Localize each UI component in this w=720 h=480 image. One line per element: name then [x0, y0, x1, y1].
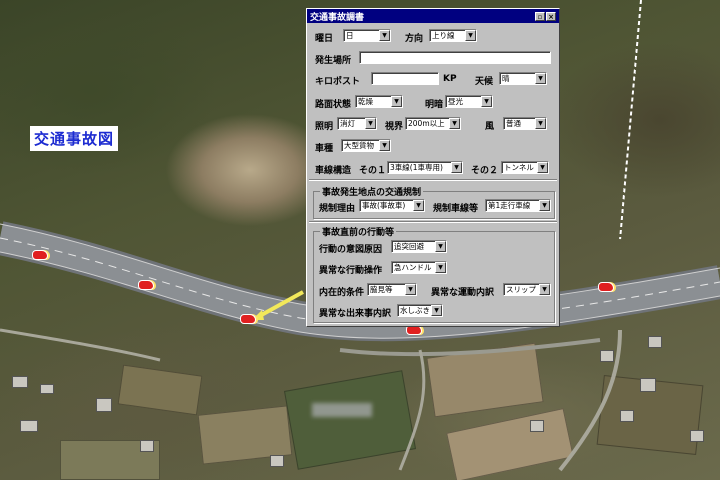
house	[20, 420, 38, 432]
chevron-down-icon[interactable]: ▼	[391, 96, 402, 107]
brightness-select[interactable]: 昼光 ▼	[445, 95, 493, 108]
regulation-lane-label: 規制車線等	[433, 204, 479, 214]
close-icon[interactable]: ×	[546, 11, 556, 21]
road-surface-label: 路面状態	[315, 100, 352, 110]
weather-select[interactable]: 晴 ▼	[499, 72, 547, 85]
restore-icon[interactable]: ▫	[535, 11, 545, 21]
lighting-label: 照明	[315, 122, 334, 132]
location-input[interactable]	[359, 51, 551, 64]
internal-condition-label: 内在的条件	[319, 288, 365, 298]
chevron-down-icon[interactable]: ▼	[431, 305, 442, 316]
lane-structure-part2-label: その２	[471, 166, 499, 176]
lane-structure-label: 車線構造	[315, 166, 352, 176]
chevron-down-icon[interactable]: ▼	[435, 262, 446, 273]
chevron-down-icon[interactable]: ▼	[379, 30, 390, 41]
kilopost-label: キロポスト	[315, 77, 361, 87]
chevron-down-icon[interactable]: ▼	[405, 284, 416, 295]
kilopost-input[interactable]	[371, 72, 439, 85]
house	[12, 376, 28, 388]
direction-select[interactable]: 上り線 ▼	[429, 29, 477, 42]
car-marker[interactable]	[138, 280, 154, 290]
weather-label: 天候	[475, 77, 494, 87]
regulation-reason-select[interactable]: 事故(事故車) ▼	[359, 199, 425, 212]
visibility-label: 視界	[385, 122, 404, 132]
wind-label: 風	[485, 122, 495, 132]
chevron-down-icon[interactable]: ▼	[539, 200, 550, 211]
abnormal-op-select[interactable]: 急ハンドル ▼	[391, 261, 447, 274]
separator	[309, 179, 557, 181]
house	[40, 384, 54, 394]
brightness-label: 明暗	[425, 100, 444, 110]
chevron-down-icon[interactable]: ▼	[535, 118, 546, 129]
house	[270, 455, 284, 467]
separator	[309, 221, 557, 223]
house	[648, 336, 662, 348]
dialog-titlebar[interactable]: 交通事故調書 ▫ ×	[307, 9, 559, 23]
weekday-select[interactable]: 日 ▼	[343, 29, 391, 42]
chevron-down-icon[interactable]: ▼	[365, 118, 376, 129]
lighting-select[interactable]: 消灯 ▼	[337, 117, 377, 130]
house	[690, 430, 704, 442]
accident-car-marker[interactable]	[240, 314, 256, 324]
house	[96, 398, 112, 412]
weekday-label: 曜日	[315, 34, 334, 44]
chevron-down-icon[interactable]: ▼	[537, 162, 548, 173]
abnormal-event-label: 異常な出来事内訳	[319, 309, 392, 319]
house	[640, 378, 656, 392]
house	[600, 350, 614, 362]
direction-label: 方向	[405, 34, 424, 44]
abnormal-motion-label: 異常な運動内訳	[431, 288, 495, 298]
abnormal-event-select[interactable]: 水しぶき ▼	[397, 304, 443, 317]
behavior-group-title: 事故直前の行動等	[320, 225, 397, 238]
abnormal-op-label: 異常な行動操作	[319, 266, 383, 276]
lane-structure-part2-select[interactable]: トンネル ▼	[501, 161, 549, 174]
house	[530, 420, 544, 432]
chevron-down-icon[interactable]: ▼	[481, 96, 492, 107]
accident-report-dialog: 交通事故調書 ▫ × 曜日 日 ▼ 方向 上り線 ▼ 発生場所 キロポスト KP…	[306, 8, 560, 327]
chevron-down-icon[interactable]: ▼	[379, 140, 390, 151]
chevron-down-icon[interactable]: ▼	[413, 200, 424, 211]
chevron-down-icon[interactable]: ▼	[435, 241, 446, 252]
car-marker[interactable]	[598, 282, 614, 292]
kilopost-unit: KP	[443, 74, 457, 84]
regulation-lane-select[interactable]: 第1走行車線 ▼	[485, 199, 551, 212]
vehicle-type-label: 車種	[315, 144, 334, 154]
intent-select[interactable]: 追突回避 ▼	[391, 240, 447, 253]
dialog-title: 交通事故調書	[310, 12, 365, 23]
location-label: 発生場所	[315, 56, 352, 66]
chevron-down-icon[interactable]: ▼	[451, 162, 462, 173]
house	[140, 440, 154, 452]
road-surface-select[interactable]: 乾燥 ▼	[355, 95, 403, 108]
regulation-group-title: 事故発生地点の交通規制	[320, 185, 424, 198]
vehicle-type-select[interactable]: 大型貨物 ▼	[341, 139, 391, 152]
wind-select[interactable]: 普通 ▼	[503, 117, 547, 130]
lane-structure-part1-label: その１	[359, 166, 387, 176]
blurred-place-label	[312, 403, 372, 417]
map-title: 交通事故図	[30, 126, 119, 151]
chevron-down-icon[interactable]: ▼	[465, 30, 476, 41]
chevron-down-icon[interactable]: ▼	[535, 73, 546, 84]
abnormal-motion-select[interactable]: スリップ ▼	[503, 283, 551, 296]
internal-condition-select[interactable]: 脇見等 ▼	[367, 283, 417, 296]
lane-structure-part1-select[interactable]: 3車線(1車専用) ▼	[387, 161, 463, 174]
car-marker[interactable]	[32, 250, 48, 260]
regulation-reason-label: 規制理由	[319, 204, 356, 214]
intent-label: 行動の意図原因	[319, 245, 383, 255]
chevron-down-icon[interactable]: ▼	[449, 118, 460, 129]
house	[620, 410, 634, 422]
visibility-select[interactable]: 200m以上 ▼	[405, 117, 461, 130]
chevron-down-icon[interactable]: ▼	[539, 284, 550, 295]
